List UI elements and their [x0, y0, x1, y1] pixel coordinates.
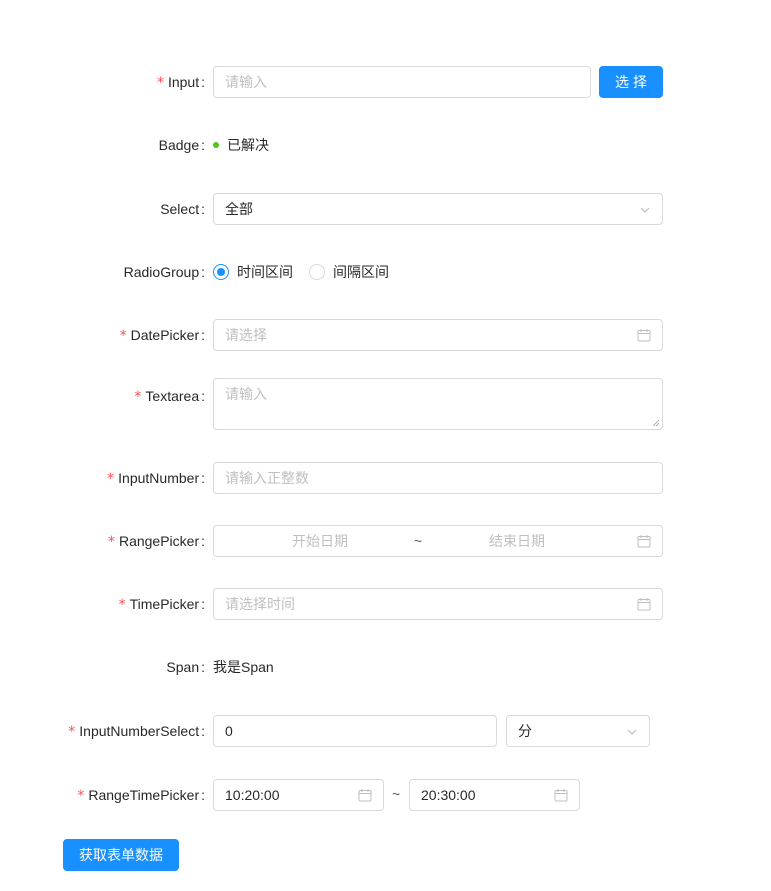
status-badge: 已解决 — [213, 129, 269, 161]
textarea-row: * Textarea: 请输入 — [0, 378, 771, 430]
status-dot — [213, 142, 219, 148]
input-number-row: * InputNumber: 请输入正整数 — [0, 462, 771, 494]
radio-option-interval-range[interactable]: 间隔区间 — [309, 262, 389, 282]
range-picker-row: * RangePicker: 开始日期 ~ 结束日期 — [0, 525, 771, 557]
calendar-icon — [358, 789, 372, 802]
resize-handle-icon[interactable] — [652, 419, 660, 427]
start-time-picker[interactable]: 10:20:00 — [213, 779, 384, 811]
time-picker-input[interactable]: 请选择时间 — [213, 588, 663, 620]
calendar-icon — [554, 789, 568, 802]
chevron-down-icon — [627, 729, 637, 735]
radio-group-label: RadioGroup: — [123, 264, 205, 280]
date-picker-label: * DatePicker: — [119, 326, 205, 344]
range-separator: ~ — [414, 533, 423, 549]
end-time-picker[interactable]: 20:30:00 — [409, 779, 580, 811]
calendar-icon — [637, 535, 651, 548]
radio-unchecked-icon[interactable] — [309, 264, 325, 280]
radio-option-time-range[interactable]: 时间区间 — [213, 262, 293, 282]
radio-checked-icon[interactable] — [213, 264, 229, 280]
time-picker-label: * TimePicker: — [118, 595, 205, 613]
select-button[interactable]: 选择 — [599, 66, 663, 98]
select-label: Select: — [160, 201, 205, 217]
date-picker-input[interactable]: 请选择 — [213, 319, 663, 351]
select-value: 全部 — [225, 201, 253, 217]
input-number-select-row: * InputNumberSelect: 0 分 — [0, 715, 771, 747]
textarea-field[interactable]: 请输入 — [213, 378, 663, 430]
calendar-icon — [637, 598, 651, 611]
input-number-field[interactable]: 请输入正整数 — [213, 462, 663, 494]
range-start-input[interactable]: 开始日期 — [292, 531, 348, 551]
radio-group: 时间区间 间隔区间 — [213, 256, 405, 288]
range-picker-label: * RangePicker: — [107, 532, 205, 550]
input-field[interactable]: 请输入 — [213, 66, 591, 98]
get-form-data-button[interactable]: 获取表单数据 — [63, 839, 179, 871]
badge-row: Badge: 已解决 — [0, 129, 771, 161]
badge-label: Badge: — [158, 137, 205, 153]
range-time-picker-row: * RangeTimePicker: 10:20:00 ~ 20:30:00 — [0, 779, 771, 811]
input-row: * Input: 请输入 选择 — [0, 66, 771, 98]
calendar-icon — [637, 329, 651, 342]
radio-group-row: RadioGroup: 时间区间 间隔区间 — [0, 256, 771, 288]
textarea-label: * Textarea: — [134, 388, 205, 405]
select-row: Select: 全部 — [0, 193, 771, 225]
select-dropdown[interactable]: 全部 — [213, 193, 663, 225]
input-number-label: * InputNumber: — [107, 469, 205, 487]
span-label: Span: — [166, 659, 205, 675]
range-end-input[interactable]: 结束日期 — [489, 531, 545, 551]
input-number-select-value[interactable]: 0 — [213, 715, 497, 747]
input-number-select-label: * InputNumberSelect: — [68, 722, 205, 740]
range-time-picker-label: * RangeTimePicker: — [77, 786, 205, 804]
time-picker-row: * TimePicker: 请选择时间 — [0, 588, 771, 620]
span-text: 我是Span — [213, 659, 274, 675]
date-picker-row: * DatePicker: 请选择 — [0, 319, 771, 351]
span-row: Span: 我是Span — [0, 651, 771, 683]
unit-select[interactable]: 分 — [506, 715, 650, 747]
status-text: 已解决 — [227, 137, 269, 153]
input-label: * Input: — [156, 73, 205, 91]
time-range-separator: ~ — [392, 786, 401, 802]
range-picker-input[interactable]: 开始日期 ~ 结束日期 — [213, 525, 663, 557]
chevron-down-icon — [640, 207, 650, 213]
